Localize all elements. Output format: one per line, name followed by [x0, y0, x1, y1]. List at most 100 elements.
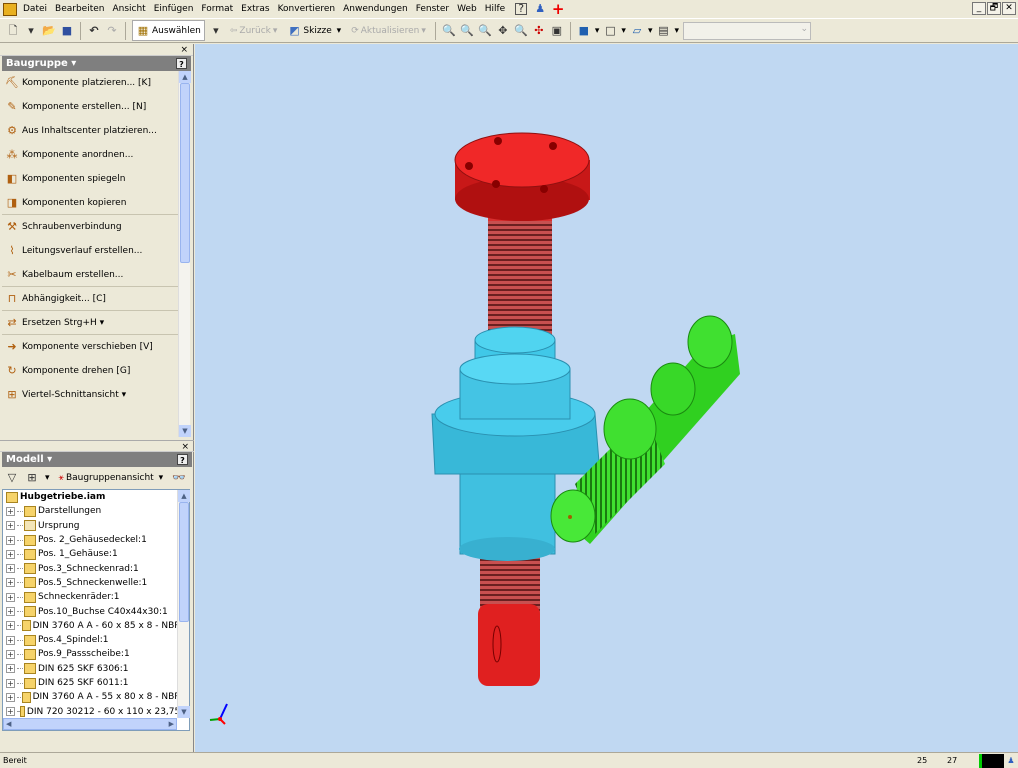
command-item[interactable]: ◨ Komponenten kopieren [2, 191, 178, 215]
select-dropdown-icon[interactable]: ▾ [209, 24, 223, 38]
zoom-selected-icon[interactable]: 🔍 [514, 24, 528, 38]
command-item[interactable]: ⛏ Komponente platzieren... [K] [2, 71, 178, 95]
command-item[interactable]: ⚙ Aus Inhaltscenter platzieren... [2, 119, 178, 143]
look-at-icon[interactable]: ▣ [550, 24, 564, 38]
view-dropdown[interactable]: ⚹ Baugruppenansicht ▾ [56, 468, 167, 488]
ground-shadow-icon[interactable]: ▱ [630, 24, 644, 38]
expand-icon[interactable]: + [6, 535, 15, 545]
command-item[interactable]: ⌇ Leitungsverlauf erstellen... [2, 239, 178, 263]
help-icon[interactable]: ? [176, 58, 187, 69]
expand-icon[interactable]: + [6, 578, 15, 588]
tree-item[interactable]: + Pos.10_Buchse C40x44x30:1 [3, 604, 189, 618]
hierarchy-icon[interactable]: ⊞ [25, 471, 39, 485]
tree-hscrollbar[interactable]: ◀ ▶ [3, 718, 177, 730]
tree-item[interactable]: + Pos.4_Spindel:1 [3, 633, 189, 647]
dropdown-icon[interactable]: ▾ [24, 24, 38, 38]
expand-icon[interactable]: + [6, 621, 15, 631]
restore-button[interactable]: 🗗 [987, 2, 1001, 15]
pan-icon[interactable]: ✥ [496, 24, 510, 38]
assembly-panel-header[interactable]: Baugruppe ▾? [2, 56, 191, 71]
zoom-window-icon[interactable]: 🔍 [460, 24, 474, 38]
expand-icon[interactable]: + [6, 549, 15, 559]
expand-icon[interactable]: + [6, 678, 15, 688]
expand-icon[interactable]: + [6, 664, 15, 674]
tree-item[interactable]: + DIN 625 SKF 6011:1 [3, 676, 189, 690]
expand-icon[interactable]: + [6, 607, 15, 617]
update-button[interactable]: ⟳ Aktualisieren ▾ [348, 21, 429, 41]
back-button[interactable]: ⇦ Zurück ▾ [227, 21, 281, 41]
minimize-button[interactable]: _ [972, 2, 986, 15]
tree-item[interactable]: + Pos.5_Schneckenwelle:1 [3, 576, 189, 590]
tree-item[interactable]: + Schneckenräder:1 [3, 590, 189, 604]
menu-datei[interactable]: Datei [19, 4, 51, 14]
tree-item[interactable]: + DIN 3760 A A - 55 x 80 x 8 - NBR:1 [3, 690, 189, 704]
help-icon[interactable]: ? [177, 454, 188, 465]
tree-item[interactable]: + DIN 625 SKF 6306:1 [3, 662, 189, 676]
menu-anwendungen[interactable]: Anwendungen [339, 4, 412, 14]
select-button[interactable]: ▦ Auswählen [132, 20, 205, 41]
menu-format[interactable]: Format [197, 4, 237, 14]
menu-ansicht[interactable]: Ansicht [108, 4, 149, 14]
command-item[interactable]: ✎ Komponente erstellen... [N] [2, 95, 178, 119]
zoom-all-icon[interactable]: 🔍 [442, 24, 456, 38]
tree-item[interactable]: + Pos. 2_Gehäusedeckel:1 [3, 533, 189, 547]
expand-icon[interactable]: + [6, 564, 15, 574]
menu-bearbeiten[interactable]: Bearbeiten [51, 4, 108, 14]
filter-icon[interactable]: ▽ [5, 471, 19, 485]
command-item[interactable]: ⁂ Komponente anordnen... [2, 143, 178, 167]
menu-fenster[interactable]: Fenster [412, 4, 453, 14]
save-icon[interactable]: ■ [60, 24, 74, 38]
assistant-icon[interactable]: ♟ [533, 2, 547, 16]
command-item[interactable]: ⇄ Ersetzen Strg+H ▾ [2, 311, 178, 335]
command-item[interactable]: ✂ Kabelbaum erstellen... [2, 263, 178, 287]
expand-icon[interactable]: + [6, 692, 15, 702]
zoom-icon[interactable]: 🔍 [478, 24, 492, 38]
menu-hilfe[interactable]: Hilfe [481, 4, 509, 14]
flange-red[interactable] [454, 132, 590, 221]
panel-close-model[interactable]: × [0, 440, 194, 452]
assembly-model[interactable] [195, 44, 1018, 752]
add-icon[interactable]: + [551, 2, 565, 17]
tree-root[interactable]: Hubgetriebe.iam [3, 490, 189, 504]
expand-icon[interactable]: + [6, 649, 15, 659]
expand-icon[interactable]: + [6, 707, 15, 717]
redo-icon[interactable]: ↷ [105, 24, 119, 38]
tree-item[interactable]: + Pos.3_Schneckenrad:1 [3, 561, 189, 575]
scroll-left-icon[interactable]: ◀ [6, 720, 11, 728]
model-panel-header[interactable]: Modell ▾? [2, 452, 192, 467]
command-scrollbar[interactable]: ▲ ▼ [178, 71, 191, 437]
model-panel-title[interactable]: Modell ▾ [6, 454, 52, 465]
close-button[interactable]: ✕ [1002, 2, 1016, 15]
command-item[interactable]: ↻ Komponente drehen [G] [2, 359, 178, 383]
graphics-viewport[interactable] [195, 44, 1018, 752]
help-icon[interactable]: ? [515, 3, 528, 15]
tree-item[interactable]: + Darstellungen [3, 504, 189, 518]
undo-icon[interactable]: ↶ [87, 24, 101, 38]
tree-item[interactable]: + Ursprung [3, 519, 189, 533]
command-item[interactable]: ➜ Komponente verschieben [V] [2, 335, 178, 359]
menu-web[interactable]: Web [453, 4, 481, 14]
scroll-up-icon[interactable]: ▲ [178, 490, 190, 502]
expand-icon[interactable]: + [6, 592, 15, 602]
command-item[interactable]: ◧ Komponenten spiegeln [2, 167, 178, 191]
scroll-down-icon[interactable]: ▼ [179, 425, 191, 437]
menu-einfuegen[interactable]: Einfügen [150, 4, 198, 14]
appearance-icon[interactable]: ▤ [656, 24, 670, 38]
assembly-panel-title[interactable]: Baugruppe ▾ [6, 58, 76, 69]
orbit-icon[interactable]: ✣ [532, 24, 546, 38]
tree-item[interactable]: + Pos. 1_Gehäuse:1 [3, 547, 189, 561]
scroll-up-icon[interactable]: ▲ [179, 71, 191, 83]
expand-icon[interactable]: + [6, 506, 15, 516]
find-icon[interactable]: 👓 [172, 471, 186, 485]
sketch-button[interactable]: ◩ Skizze ▾ [284, 21, 344, 41]
menu-konvertieren[interactable]: Konvertieren [274, 4, 340, 14]
tree-item[interactable]: + DIN 3760 A A - 60 x 85 x 8 - NBR:1 [3, 619, 189, 633]
tree-item[interactable]: + Pos.9_Passscheibe:1 [3, 647, 189, 661]
command-item[interactable]: ⚒ Schraubenverbindung [2, 215, 178, 239]
assistant-icon[interactable]: ♟ [1004, 756, 1018, 765]
panel-close-top[interactable]: × [0, 44, 193, 56]
expand-icon[interactable]: + [6, 521, 15, 531]
tree-item[interactable]: + DIN 720 30212 - 60 x 110 x 23,75:1 [3, 704, 189, 718]
command-item[interactable]: ⊞ Viertel-Schnittansicht ▾ [2, 383, 178, 407]
camera-icon[interactable]: □ [603, 24, 617, 38]
